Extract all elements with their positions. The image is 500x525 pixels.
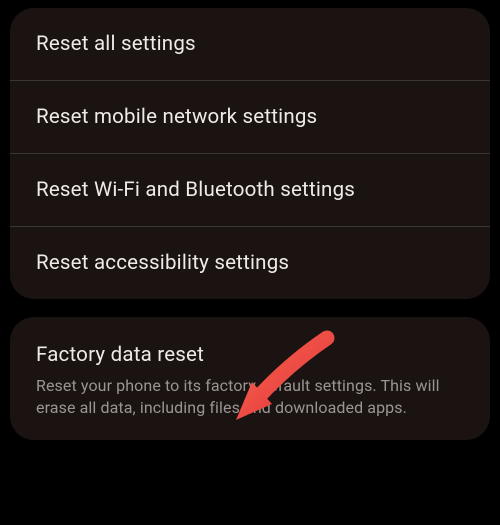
item-title: Reset Wi-Fi and Bluetooth settings — [36, 178, 464, 202]
reset-wifi-bluetooth-item[interactable]: Reset Wi-Fi and Bluetooth settings — [10, 154, 490, 227]
factory-data-reset-item[interactable]: Factory data reset Reset your phone to i… — [10, 317, 490, 440]
reset-mobile-network-item[interactable]: Reset mobile network settings — [10, 81, 490, 154]
factory-reset-card: Factory data reset Reset your phone to i… — [10, 317, 490, 440]
item-description: Reset your phone to its factory default … — [36, 375, 464, 418]
reset-accessibility-item[interactable]: Reset accessibility settings — [10, 227, 490, 299]
item-title: Reset mobile network settings — [36, 105, 464, 129]
reset-all-settings-item[interactable]: Reset all settings — [10, 8, 490, 81]
item-title: Reset accessibility settings — [36, 251, 464, 275]
item-title: Reset all settings — [36, 32, 464, 56]
reset-options-card: Reset all settings Reset mobile network … — [10, 8, 490, 299]
item-title: Factory data reset — [36, 343, 464, 367]
